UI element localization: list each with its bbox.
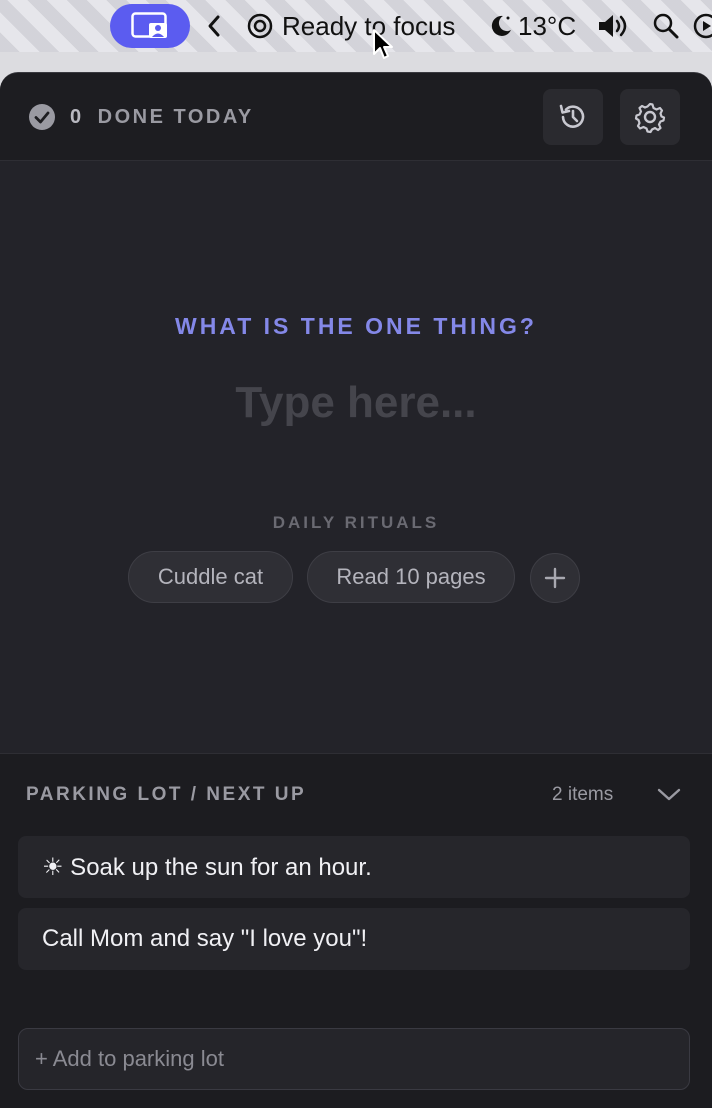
parking-lot-item[interactable]: ☀ Soak up the sun for an hour. xyxy=(18,836,690,898)
ritual-chip[interactable]: Cuddle cat xyxy=(128,551,293,603)
plus-icon xyxy=(544,567,566,589)
daily-rituals-label: DAILY RITUALS xyxy=(272,513,440,532)
weather-status[interactable]: 13°C xyxy=(486,0,576,52)
play-icon[interactable] xyxy=(692,0,712,52)
done-count: 0 xyxy=(70,105,84,128)
chevron-left-icon[interactable] xyxy=(206,0,222,52)
focus-area: WHAT IS THE ONE THING? DAILY RITUALS Cud… xyxy=(0,161,712,753)
focus-status[interactable]: Ready to focus xyxy=(246,0,455,52)
parking-lot-count: 2 items xyxy=(552,784,614,805)
history-button[interactable] xyxy=(543,89,603,145)
focus-status-text: Ready to focus xyxy=(282,10,456,41)
search-icon[interactable] xyxy=(652,0,680,52)
one-thing-input[interactable] xyxy=(106,371,606,435)
parking-lot-title: PARKING LOT / NEXT UP xyxy=(26,784,307,805)
popover-header: 0 DONE TODAY xyxy=(0,73,712,161)
focus-popover: 0 DONE TODAY WHAT IS THE ONE THING? DAIL… xyxy=(0,72,712,1108)
screen-share-icon xyxy=(131,12,167,38)
history-icon xyxy=(559,104,585,128)
parking-lot-item[interactable]: Call Mom and say "I love you"! xyxy=(18,908,690,970)
chevron-down-icon[interactable] xyxy=(656,784,682,804)
weather-text: 13°C xyxy=(518,10,577,41)
focus-question: WHAT IS THE ONE THING? xyxy=(174,313,537,339)
moon-icon xyxy=(491,15,511,36)
done-today: 0 DONE TODAY xyxy=(28,103,254,131)
gear-icon xyxy=(634,102,666,134)
add-ritual-button[interactable] xyxy=(530,553,580,603)
mouse-cursor-icon xyxy=(373,29,393,59)
app-menubar-button[interactable] xyxy=(110,4,190,48)
done-label: DONE TODAY xyxy=(97,105,254,128)
ritual-chip[interactable]: Read 10 pages xyxy=(307,551,515,603)
parking-lot-section: PARKING LOT / NEXT UP 2 items ☀ Soak up … xyxy=(0,753,712,1108)
menubar: Ready to focus 13°C xyxy=(0,0,712,59)
volume-icon[interactable] xyxy=(596,0,632,52)
check-circle-icon xyxy=(29,104,55,130)
target-icon xyxy=(247,13,273,39)
add-parking-lot-input[interactable] xyxy=(18,1028,690,1090)
settings-button[interactable] xyxy=(620,89,680,145)
